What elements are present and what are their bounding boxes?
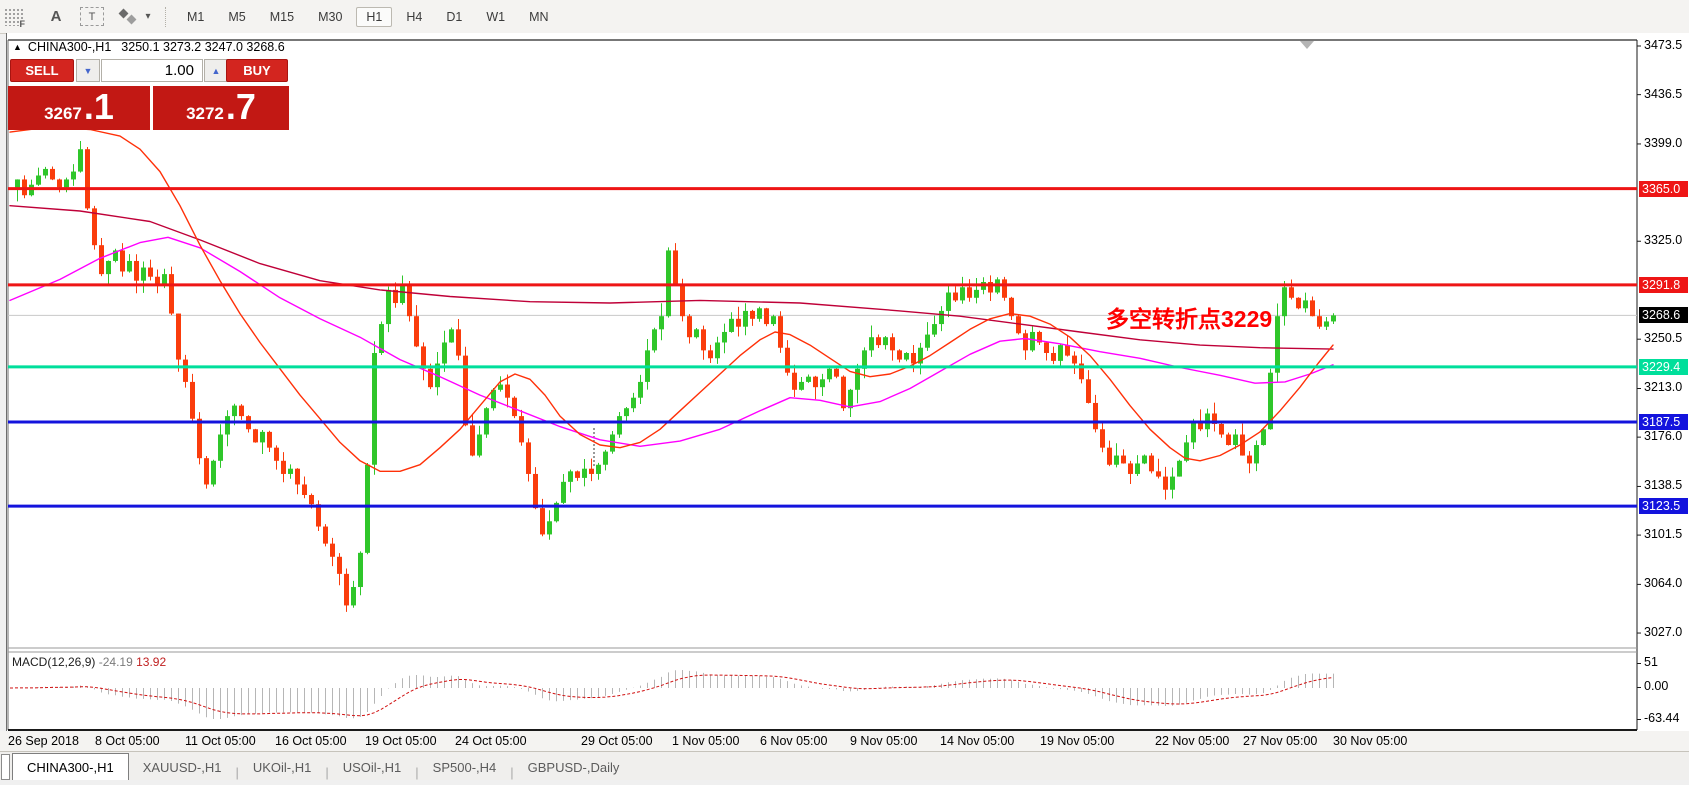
date-label: 11 Oct 05:00	[185, 734, 256, 748]
price-axis-tick: 3213.0	[1644, 380, 1683, 395]
date-label: 9 Nov 05:00	[850, 734, 918, 748]
macd-axis-tick: 51	[1644, 655, 1658, 669]
buy-price-panel[interactable]: 3272 .7	[153, 86, 289, 130]
price-axis-tick: 3176.0	[1644, 429, 1683, 444]
chart-tab-ukoil[interactable]: UKOil-,H1	[239, 755, 326, 780]
chart-tab-sp500[interactable]: SP500-,H4	[419, 755, 511, 780]
sell-price-pips: .1	[83, 86, 114, 127]
price-axis-tick: 3250.5	[1644, 331, 1683, 346]
price-line-label: 3187.5	[1639, 414, 1688, 431]
volume-increase-button[interactable]: ▲	[204, 59, 228, 82]
date-label: 24 Oct 05:00	[455, 734, 527, 748]
chart-title-ohlc: ▲ CHINA300-,H1 3250.1 3273.2 3247.0 3268…	[13, 40, 285, 54]
buy-price-main: 3272	[186, 104, 224, 123]
macd-axis-tick: 0.00	[1644, 679, 1669, 693]
chart-tab-usoil[interactable]: USOil-,H1	[329, 755, 416, 780]
current-price-label: 3268.6	[1639, 307, 1688, 324]
macd-indicator-label: MACD(12,26,9) -24.19 13.92	[12, 655, 167, 669]
price-axis-tick: 3027.0	[1644, 625, 1683, 640]
chart-tab-china300[interactable]: CHINA300-,H1	[12, 753, 129, 780]
chart-tab-bar: CHINA300-,H1 XAUUSD-,H1 | UKOil-,H1 | USOil-,…	[0, 751, 1689, 780]
chart-shift-marker-icon[interactable]	[1300, 41, 1314, 49]
date-label: 8 Oct 05:00	[95, 734, 160, 748]
date-label: 19 Nov 05:00	[1040, 734, 1115, 748]
price-axis-tick: 3325.0	[1644, 233, 1683, 248]
date-label: 26 Sep 2018	[8, 734, 79, 748]
price-line-label: 3123.5	[1639, 498, 1688, 515]
one-click-trading-widget: SELL ▼ ▲ BUY 3267 .1 3272 .7	[8, 56, 289, 130]
date-label: 19 Oct 05:00	[365, 734, 437, 748]
macd-axis-tick: -63.44	[1644, 711, 1680, 725]
date-label: 22 Nov 05:00	[1155, 734, 1230, 748]
sell-button[interactable]: SELL	[10, 59, 74, 82]
sell-price-main: 3267	[44, 104, 82, 123]
date-label: 6 Nov 05:00	[760, 734, 828, 748]
price-axis-tick: 3473.5	[1644, 38, 1683, 52]
price-axis-tick: 3436.5	[1644, 86, 1683, 101]
date-label: 29 Oct 05:00	[581, 734, 653, 748]
chart-tab-xauusd[interactable]: XAUUSD-,H1	[129, 755, 236, 780]
volume-decrease-button[interactable]: ▼	[76, 59, 100, 82]
buy-button[interactable]: BUY	[226, 59, 288, 82]
buy-price-pips: .7	[225, 86, 256, 127]
ohlc-values: 3250.1 3273.2 3247.0 3268.6	[121, 40, 285, 54]
price-axis-tick: 3064.0	[1644, 576, 1683, 591]
symbol-label: CHINA300-,H1	[27, 40, 112, 54]
mt4-terminal-window: F A T ▾ M1 M5 M15 M30 H1 H4 D1 W1 MN ▲ CHINA300-…	[0, 0, 1689, 785]
chart-tab-gbpusd[interactable]: GBPUSD-,Daily	[514, 755, 634, 780]
price-line-label: 3229.4	[1639, 358, 1688, 375]
tabs-container: CHINA300-,H1 XAUUSD-,H1 | UKOil-,H1 | USOil-,…	[12, 753, 633, 780]
price-axis-tick: 3138.5	[1644, 478, 1683, 493]
sell-price-panel[interactable]: 3267 .1	[8, 86, 150, 130]
price-axis-tick: 3101.5	[1644, 527, 1683, 542]
date-label: 14 Nov 05:00	[940, 734, 1015, 748]
time-axis: 26 Sep 2018 8 Oct 05:00 11 Oct 05:00 16 Oct…	[0, 731, 1689, 751]
date-label: 30 Nov 05:00	[1333, 734, 1408, 748]
tab-scroller[interactable]	[1, 754, 10, 780]
date-label: 27 Nov 05:00	[1243, 734, 1318, 748]
price-line-label: 3365.0	[1639, 180, 1688, 197]
price-line-label: 3291.8	[1639, 276, 1688, 293]
volume-input[interactable]	[101, 59, 203, 82]
chart-text-annotation[interactable]: 多空转折点3229	[1106, 300, 1272, 334]
date-label: 16 Oct 05:00	[275, 734, 347, 748]
date-label: 1 Nov 05:00	[672, 734, 740, 748]
price-axis-tick: 3399.0	[1644, 135, 1683, 150]
collapse-arrow-icon[interactable]: ▲	[13, 42, 22, 52]
